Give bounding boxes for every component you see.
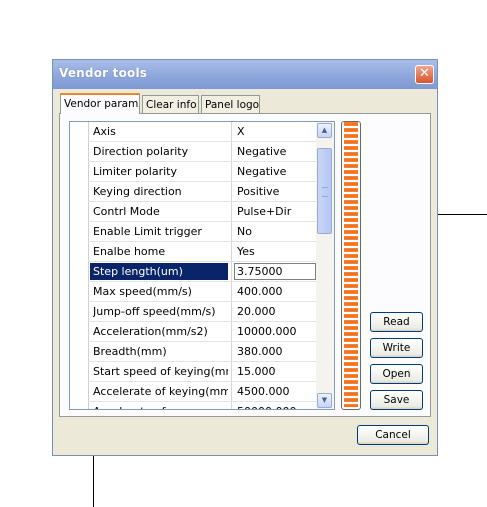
column-divider <box>231 262 232 281</box>
table-row[interactable]: Enable Limit trigger No <box>88 222 318 242</box>
column-divider <box>231 202 232 221</box>
tab-panel-logo[interactable]: Panel logo <box>201 95 260 113</box>
grid-row-header <box>70 122 89 409</box>
close-icon[interactable]: ✕ <box>415 65 434 84</box>
table-row[interactable]: Limiter polarity Negative <box>88 162 318 182</box>
param-name: Jump-off speed(mm/s) <box>93 305 216 318</box>
table-row[interactable]: Start speed of keying(mm 15.000 <box>88 362 318 382</box>
param-name: Start speed of keying(mm <box>93 365 228 378</box>
param-name: Step length(um) <box>90 263 228 280</box>
save-button[interactable]: Save <box>370 390 423 410</box>
grip-icon <box>322 187 328 197</box>
table-row[interactable]: Keying direction Positive <box>88 182 318 202</box>
parameter-grid[interactable]: Axis X Direction polarity Negative Limiter p… <box>69 121 335 410</box>
vendor-tools-window: Vendor tools ✕ Vendor param Clear info P… <box>52 59 438 456</box>
table-row[interactable]: Enalbe home Yes <box>88 242 318 262</box>
column-divider <box>231 302 232 321</box>
param-value: 400.000 <box>237 285 283 298</box>
param-name: Enable Limit trigger <box>93 225 202 238</box>
table-row[interactable]: Axis X <box>88 122 318 142</box>
param-value: 380.000 <box>237 345 283 358</box>
column-divider <box>231 382 232 401</box>
param-name: Accelerate of... <box>93 405 228 409</box>
column-divider <box>231 142 232 161</box>
param-value: No <box>237 225 252 238</box>
table-row[interactable]: Direction polarity Negative <box>88 142 318 162</box>
param-value-editor[interactable]: 3.75000 <box>234 263 316 280</box>
param-value: Pulse+Dir <box>237 205 292 218</box>
tab-vendor-param[interactable]: Vendor param <box>60 93 140 114</box>
progress-bar <box>341 121 361 410</box>
param-value: Yes <box>237 245 255 258</box>
param-value: Negative <box>237 165 287 178</box>
param-name: Axis <box>93 125 116 138</box>
scroll-up-icon[interactable]: ▲ <box>317 123 332 138</box>
title-bar[interactable]: Vendor tools ✕ <box>53 60 437 89</box>
column-divider <box>231 322 232 341</box>
param-name: Direction polarity <box>93 145 189 158</box>
read-button[interactable]: Read <box>370 312 423 332</box>
vendor-param-panel: Axis X Direction polarity Negative Limiter p… <box>59 113 431 417</box>
column-divider <box>231 222 232 241</box>
table-row[interactable]: Accelerate of... 50000.000 <box>88 402 318 409</box>
write-button[interactable]: Write <box>370 338 423 358</box>
table-row[interactable]: Acceleration(mm/s2) 10000.000 <box>88 322 318 342</box>
cancel-button[interactable]: Cancel <box>357 425 429 445</box>
column-divider <box>231 362 232 381</box>
param-value: Positive <box>237 185 280 198</box>
column-divider <box>231 342 232 361</box>
param-name: Keying direction <box>93 185 182 198</box>
column-divider <box>231 242 232 261</box>
column-divider <box>231 122 232 141</box>
column-divider <box>231 162 232 181</box>
scroll-down-icon[interactable]: ▼ <box>317 393 332 408</box>
param-name: Enalbe home <box>93 245 166 258</box>
table-row[interactable]: Step length(um) 3.75000 <box>88 262 318 282</box>
table-row[interactable]: Breadth(mm) 380.000 <box>88 342 318 362</box>
param-value: 20.000 <box>237 305 276 318</box>
param-value: 4500.000 <box>237 385 290 398</box>
param-value: 50000.000 <box>237 405 317 409</box>
param-name: Acceleration(mm/s2) <box>93 325 208 338</box>
param-name: Contrl Mode <box>93 205 160 218</box>
param-name: Breadth(mm) <box>93 345 167 358</box>
window-title: Vendor tools <box>59 66 148 80</box>
param-name: Limiter polarity <box>93 165 177 178</box>
param-value: 10000.000 <box>237 325 297 338</box>
table-row[interactable]: Accelerate of keying(mm, 4500.000 <box>88 382 318 402</box>
column-divider <box>231 402 232 409</box>
table-row[interactable]: Jump-off speed(mm/s) 20.000 <box>88 302 318 322</box>
param-value: 15.000 <box>237 365 276 378</box>
param-value: Negative <box>237 145 287 158</box>
column-divider <box>231 282 232 301</box>
vertical-scrollbar[interactable]: ▲ ▼ <box>316 122 334 409</box>
table-row[interactable]: Max speed(mm/s) 400.000 <box>88 282 318 302</box>
external-connector-line <box>93 455 94 507</box>
column-divider <box>231 182 232 201</box>
progress-fill <box>344 122 358 407</box>
tab-clear-info[interactable]: Clear info <box>142 95 199 113</box>
param-name: Accelerate of keying(mm, <box>93 385 228 398</box>
open-button[interactable]: Open <box>370 364 423 384</box>
table-row[interactable]: Contrl Mode Pulse+Dir <box>88 202 318 222</box>
external-connector-line <box>438 214 487 215</box>
param-value: X <box>237 125 245 138</box>
scroll-thumb[interactable] <box>317 148 332 234</box>
param-name: Max speed(mm/s) <box>93 285 192 298</box>
